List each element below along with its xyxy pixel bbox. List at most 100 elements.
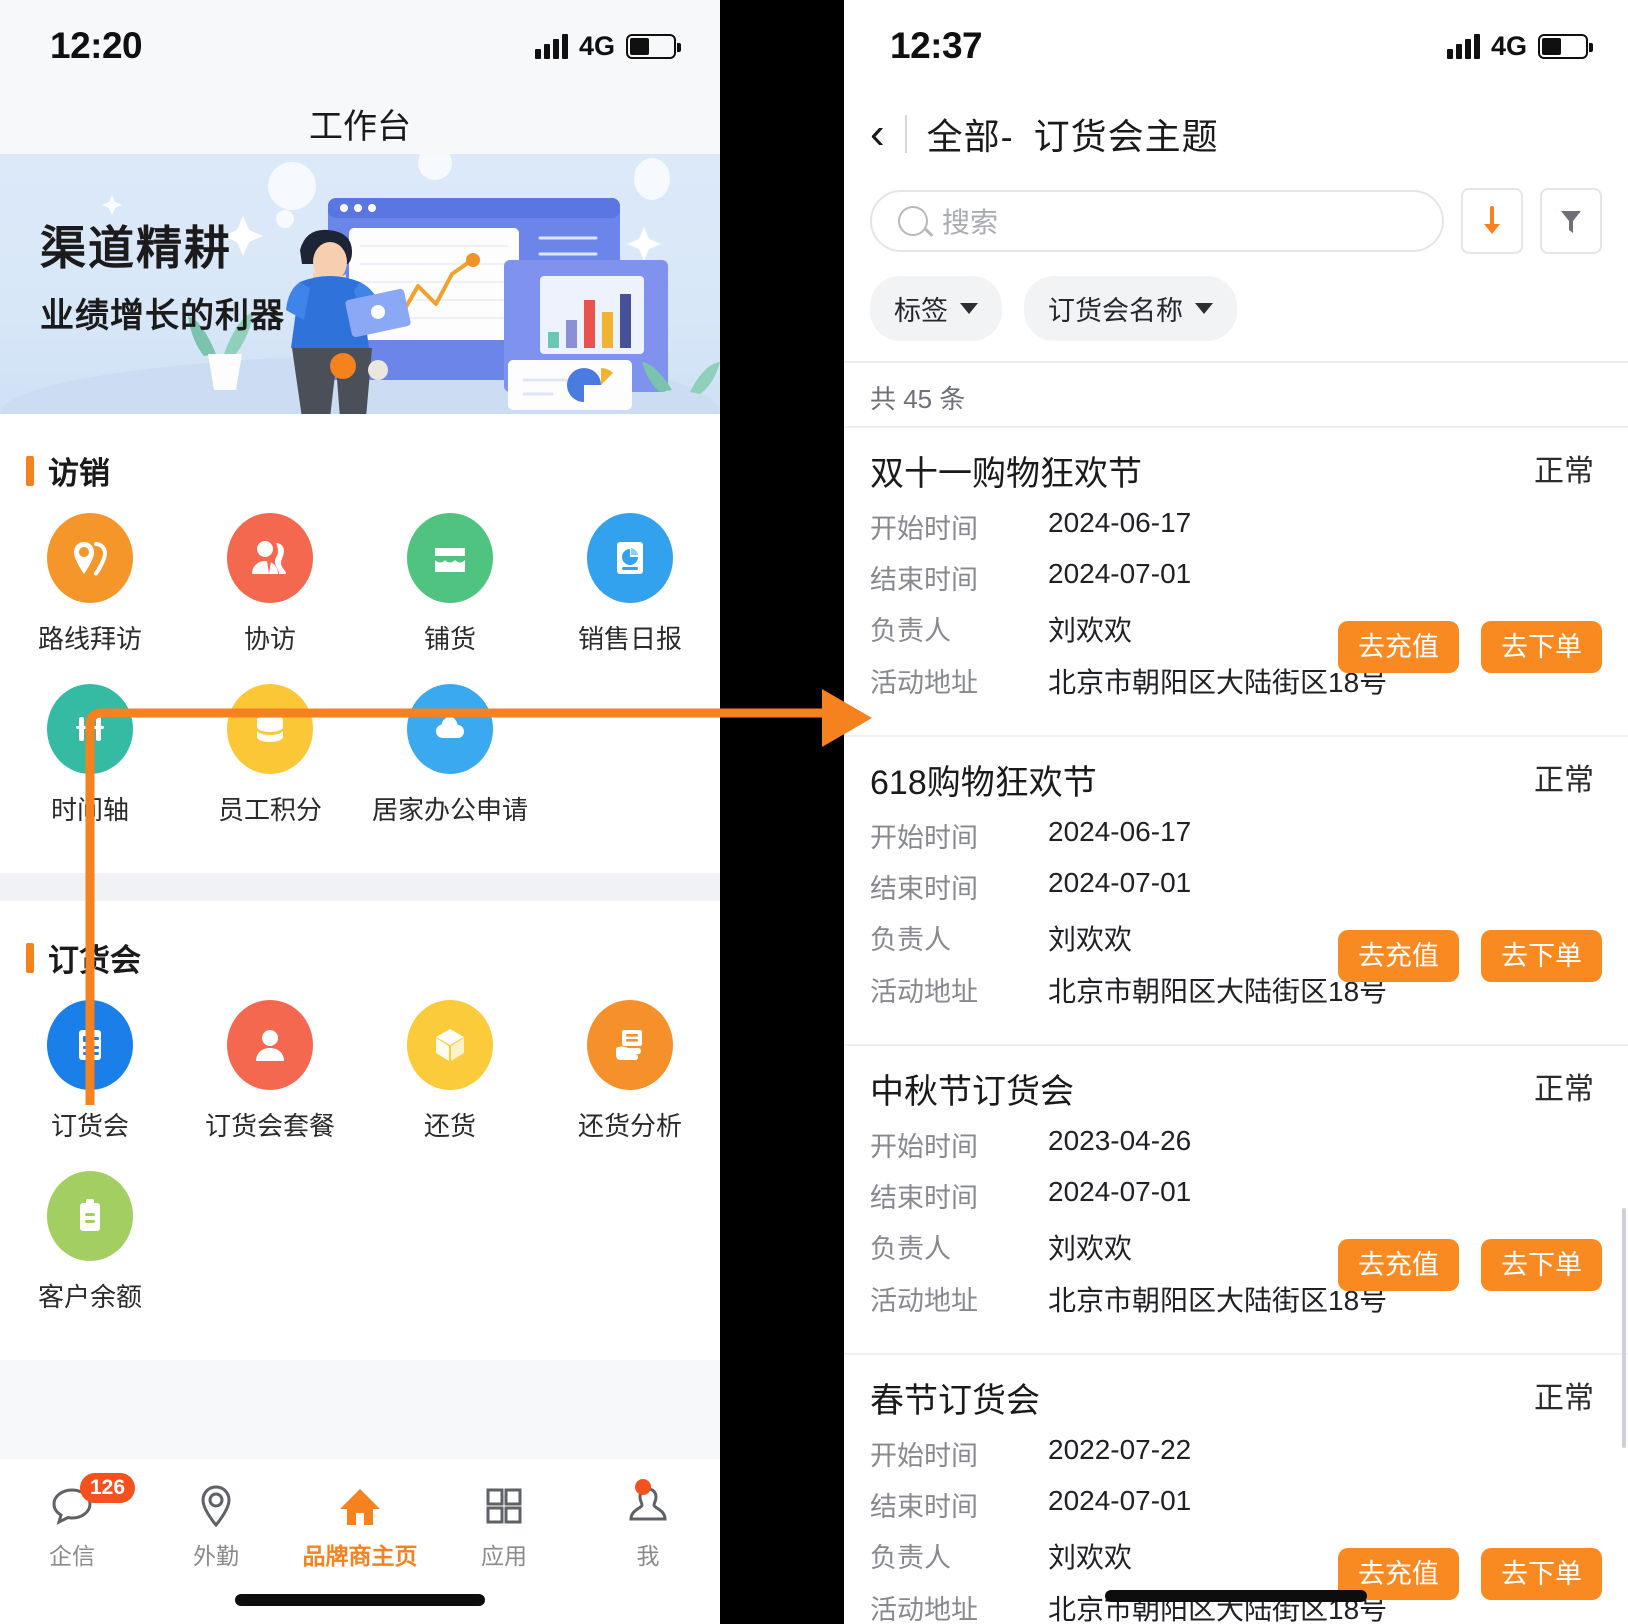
app-item-order-package[interactable]: 订货会套餐 xyxy=(180,1000,360,1143)
tab-brand-home[interactable]: 品牌商主页 xyxy=(288,1481,432,1571)
app-item-label: 订货会套餐 xyxy=(204,1111,335,1141)
card-title: 中秋节订货会 xyxy=(870,1073,1074,1111)
tab-label: 企信 xyxy=(49,1543,95,1569)
list-item[interactable]: 618购物狂欢节 正常 开始时间 2024-06-17 结束时间 2024-07… xyxy=(844,735,1628,1044)
person-icon xyxy=(227,1000,313,1090)
tab-waiqin[interactable]: 外勤 xyxy=(144,1481,288,1571)
recharge-button[interactable]: 去充值 xyxy=(1338,620,1459,673)
timeline-icon xyxy=(47,684,133,774)
app-item-customer-balance[interactable]: 客户余额 xyxy=(0,1171,180,1314)
section-accent-bar xyxy=(26,942,34,973)
field-label: 开始时间 xyxy=(870,823,978,853)
search-placeholder: 搜索 xyxy=(942,207,999,238)
box-icon xyxy=(407,1000,493,1090)
app-grid: 路线拜访 协访 铺货 销售日报 时间轴 员工积分 居家办公申请 xyxy=(0,513,720,855)
app-item-joint-visit[interactable]: 协访 xyxy=(180,513,360,656)
recharge-button[interactable]: 去充值 xyxy=(1338,1238,1459,1291)
app-item-label: 铺货 xyxy=(423,624,476,654)
field-value: 2024-07-01 xyxy=(1048,558,1192,589)
banner-text: 渠道精耕 业绩增长的利器 xyxy=(40,212,285,337)
chevron-left-icon[interactable]: ‹ xyxy=(870,112,885,156)
app-item-distribution[interactable]: 铺货 xyxy=(360,513,540,656)
place-order-button[interactable]: 去下单 xyxy=(1481,620,1602,673)
clipboard-icon xyxy=(47,1171,133,1261)
signal-bars-icon xyxy=(1446,33,1480,59)
app-item-sales-report[interactable]: 销售日报 xyxy=(540,513,720,656)
status-time: 12:20 xyxy=(50,25,143,66)
result-count-row: 共 45 条 xyxy=(844,361,1628,426)
card-actions: 去充值 去下单 xyxy=(1338,1547,1602,1600)
signal-bars-icon xyxy=(534,33,568,59)
app-item-return-goods[interactable]: 还货 xyxy=(360,1000,540,1143)
section-accent-bar xyxy=(26,455,34,486)
app-item-label: 协访 xyxy=(243,624,296,654)
result-count: 共 45 条 xyxy=(870,384,966,414)
nav-divider xyxy=(904,115,907,153)
cloud-icon xyxy=(407,684,493,774)
field-label: 负责人 xyxy=(870,925,951,955)
chevron-down-icon xyxy=(960,303,978,314)
app-item-wfh-request[interactable]: 居家办公申请 xyxy=(360,684,540,827)
status-time: 12:37 xyxy=(890,25,983,66)
sort-down-arrow-icon xyxy=(1484,206,1500,234)
app-item-label: 路线拜访 xyxy=(37,624,142,654)
app-item-staff-points[interactable]: 员工积分 xyxy=(180,684,360,827)
chip-label: 订货会名称 xyxy=(1048,296,1183,326)
field-start-time: 开始时间 2024-06-17 xyxy=(870,816,1602,855)
app-item-label: 还货 xyxy=(423,1111,476,1141)
field-start-time: 开始时间 2024-06-17 xyxy=(870,507,1602,546)
field-value: 北京市朝阳区大陆街区18号 xyxy=(1048,667,1388,698)
location-pin-outline-icon xyxy=(196,1481,236,1531)
recharge-button[interactable]: 去充值 xyxy=(1338,929,1459,982)
tab-apps[interactable]: 应用 xyxy=(432,1481,576,1571)
tab-qixin[interactable]: 126 企信 xyxy=(0,1473,144,1571)
place-order-button[interactable]: 去下单 xyxy=(1481,1238,1602,1291)
list-item[interactable]: 中秋节订货会 正常 开始时间 2023-04-26 结束时间 2024-07-0… xyxy=(844,1044,1628,1353)
chip-tag[interactable]: 标签 xyxy=(870,276,1002,341)
list-item[interactable]: 双十一购物狂欢节 正常 开始时间 2024-06-17 结束时间 2024-07… xyxy=(844,426,1628,735)
filter-button[interactable] xyxy=(1540,188,1602,254)
field-end-time: 结束时间 2024-07-01 xyxy=(870,867,1602,906)
field-label: 开始时间 xyxy=(870,1132,978,1162)
card-header: 618购物狂欢节 正常 xyxy=(870,755,1602,804)
field-end-time: 结束时间 2024-07-01 xyxy=(870,1485,1602,1524)
battery-icon xyxy=(1538,33,1593,59)
field-value: 2024-07-01 xyxy=(1048,1176,1192,1207)
status-indicators: 4G xyxy=(534,31,681,62)
banner-headline: 渠道精耕 xyxy=(40,222,232,274)
place-order-button[interactable]: 去下单 xyxy=(1481,929,1602,982)
status-badge: 正常 xyxy=(1534,1382,1594,1415)
card-actions: 去充值 去下单 xyxy=(1338,929,1602,982)
app-item-return-analysis[interactable]: 还货分析 xyxy=(540,1000,720,1143)
battery-icon xyxy=(626,33,681,59)
people-icon xyxy=(227,513,313,603)
tab-label: 我 xyxy=(636,1543,660,1569)
status-bar-left: 12:20 4G xyxy=(0,0,720,92)
field-label: 开始时间 xyxy=(870,1441,978,1471)
list-item[interactable]: 春节订货会 正常 开始时间 2022-07-22 结束时间 2024-07-01… xyxy=(844,1353,1628,1624)
field-end-time: 结束时间 2024-07-01 xyxy=(870,1176,1602,1215)
filter-chips: 标签 订货会名称 xyxy=(844,254,1628,361)
card-actions: 去充值 去下单 xyxy=(1338,1238,1602,1291)
hand-document-icon xyxy=(587,1000,673,1090)
app-item-timeline[interactable]: 时间轴 xyxy=(0,684,180,827)
app-item-order-meeting[interactable]: 订货会 xyxy=(0,1000,180,1143)
tab-label: 外勤 xyxy=(193,1543,239,1569)
field-label: 开始时间 xyxy=(870,514,978,544)
home-indicator xyxy=(1105,1590,1367,1602)
report-chart-icon xyxy=(587,513,673,603)
sort-button[interactable] xyxy=(1461,188,1523,254)
place-order-button[interactable]: 去下单 xyxy=(1481,1547,1602,1600)
chip-order-meeting-name[interactable]: 订货会名称 xyxy=(1024,276,1237,341)
promo-banner[interactable]: 渠道精耕 业绩增长的利器 xyxy=(0,154,720,414)
card-actions: 去充值 去下单 xyxy=(1338,620,1602,673)
search-input[interactable]: 搜索 xyxy=(870,190,1444,252)
section-title: 访销 xyxy=(48,456,110,491)
app-item-route-visit[interactable]: 路线拜访 xyxy=(0,513,180,656)
card-title: 春节订货会 xyxy=(870,1382,1040,1420)
scrollbar-thumb[interactable] xyxy=(1622,1208,1626,1448)
status-badge: 正常 xyxy=(1534,764,1594,797)
field-label: 负责人 xyxy=(870,1234,951,1264)
tab-me[interactable]: 我 xyxy=(576,1479,720,1571)
banner-subheadline: 业绩增长的利器 xyxy=(40,297,285,335)
